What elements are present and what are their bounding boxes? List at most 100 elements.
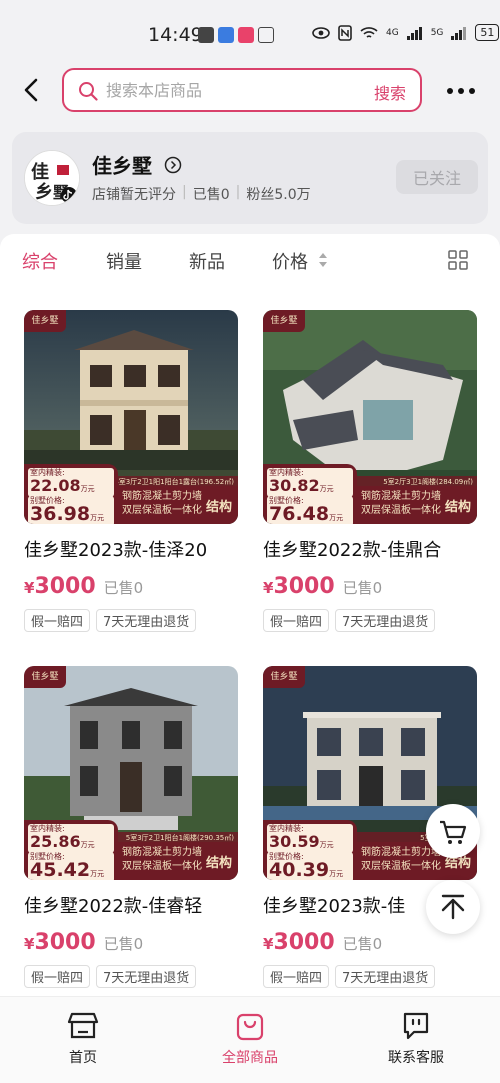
nav-all-products[interactable]: 全部商品 [200,1011,300,1067]
villa-price: 76.48万元 [267,503,353,524]
price-row: ¥3000 已售0 [263,574,477,599]
sort-arrows-icon[interactable] [318,252,328,268]
price-value: 3000 [34,574,96,599]
service-badge: 7天无理由退货 [335,965,436,988]
search-icon [79,82,98,101]
status-bar: 14:49 4G 5G 51 [0,0,500,70]
tab-comprehensive[interactable]: 综合 [22,248,58,274]
feature-text: 钢筋混凝土剪力墙 双层保温板一体化 [361,490,441,518]
product-card[interactable]: 佳乡墅 5室2厅3卫1阁楼(284.09㎡) 室内精装: 30.82万元 别墅价… [263,310,477,632]
product-image[interactable]: 佳乡墅 5室3厅2卫1阳台1阁楼(290.35㎡) 室内精装: 25.86万元 … [24,666,238,880]
shop-sold: 已售0 [192,187,230,203]
brand-tag: 佳乡墅 [263,310,305,332]
shop-stats: 店铺暂无评分 | 已售0 | 粉丝5.0万 [92,184,311,204]
grid-view-icon[interactable] [448,250,468,270]
price-value: 3000 [273,574,335,599]
service-badge: 7天无理由退货 [96,609,197,632]
unit-label: 万元 [80,841,95,849]
sold-count: 已售0 [103,935,144,953]
interior-price: 25.86万元 [28,834,114,853]
more-options-icon[interactable] [446,86,476,96]
product-price: ¥3000 [263,930,335,955]
follow-button[interactable]: 已关注 [396,160,478,194]
battery-indicator: 51 [475,24,500,41]
structure-label: 结构 [205,500,232,515]
interior-price-value: 22.08 [30,476,81,495]
shopping-bag-icon [236,1013,264,1041]
tab-sales[interactable]: 销量 [106,248,142,274]
network-label: 5G [430,27,444,38]
search-button[interactable]: 搜索 [374,80,406,104]
back-arrow-icon[interactable] [18,76,46,104]
feature-2: 双层保温板一体化 [361,861,441,872]
chat-icon [403,1012,429,1040]
villa-price-value: 76.48 [269,503,330,524]
back-to-top-button[interactable] [426,880,480,934]
unit-label: 万元 [319,841,334,849]
price-badge: 室内精装: 22.08万元 别墅价格: 36.98万元 [24,464,118,524]
service-badges: 假一赔四 7天无理由退货 [24,965,238,988]
svg-text:佳: 佳 [31,161,49,183]
cart-button[interactable] [426,804,480,858]
product-card[interactable]: 佳乡墅 4室3厅2卫1阳1阳台1露台(196.52㎡) 室内精装: 22.08万… [24,310,238,632]
currency-symbol: ¥ [263,935,274,953]
tab-new[interactable]: 新品 [189,248,225,274]
shop-fans: 粉丝5.0万 [246,187,311,203]
villa-price-box: 别墅价格: 40.39万元 [267,852,353,880]
interior-price-value: 30.82 [269,476,320,495]
villa-price: 40.39万元 [267,859,353,880]
interior-price-box: 室内精装: 30.82万元 [267,468,353,497]
service-badge: 假一赔四 [263,609,330,632]
service-badge: 假一赔四 [24,965,91,988]
shop-logo[interactable]: 佳 乡 墅 [24,150,80,206]
product-title[interactable]: 佳乡墅2023款-佳泽20 [24,536,238,562]
signal-icon [406,26,422,40]
product-card[interactable]: 佳乡墅 5室3厅2卫1阳台1阁楼(290.35㎡) 室内精装: 25.86万元 … [24,666,238,988]
currency-symbol: ¥ [24,579,35,597]
search-header: 搜索 [0,66,500,116]
search-input[interactable] [106,78,356,102]
interior-price-box: 室内精装: 30.59万元 [267,824,353,853]
villa-price: 36.98万元 [28,505,114,524]
villa-price-value: 40.39 [269,859,330,880]
bottom-navigation: 首页 全部商品 联系客服 [0,996,500,1083]
villa-price-box: 别墅价格: 76.48万元 [267,496,353,524]
search-box[interactable]: 搜索 [62,68,422,112]
villa-price: 45.42万元 [28,859,114,880]
service-badge: 假一赔四 [263,965,330,988]
interior-price: 30.82万元 [267,478,353,497]
villa-price-value: 45.42 [30,859,91,880]
price-badge: 室内精装: 30.82万元 别墅价格: 76.48万元 [263,464,357,524]
price-value: 3000 [273,930,335,955]
feature-1: 钢筋混凝土剪力墙 [361,491,441,502]
product-price: ¥3000 [24,574,96,599]
unit-label: 万元 [329,870,344,878]
network-label: 4G [386,27,399,38]
feature-2: 双层保温板一体化 [361,505,441,516]
interior-price-box: 室内精装: 25.86万元 [28,824,114,853]
currency-symbol: ¥ [24,935,35,953]
service-badge: 7天无理由退货 [96,965,197,988]
eye-icon [312,26,330,39]
price-badge: 室内精装: 30.59万元 别墅价格: 40.39万元 [263,820,357,880]
cart-icon [440,820,467,844]
product-image[interactable]: 佳乡墅 4室3厅2卫1阳1阳台1露台(196.52㎡) 室内精装: 22.08万… [24,310,238,524]
status-app-icons [198,27,274,43]
product-list-panel: 综合 销量 新品 价格 佳乡墅 4室3厅2卫1阳1阳台1露台(196.52㎡) … [0,234,500,996]
nav-home[interactable]: 首页 [33,1011,133,1067]
product-title[interactable]: 佳乡墅2022款-佳鼎合 [263,536,477,562]
structure-label: 结构 [205,856,232,871]
nfc-icon [338,24,352,41]
feature-badge: 钢筋混凝土剪力墙 双层保温板一体化 结构 [118,486,238,524]
brand-tag: 佳乡墅 [24,666,66,688]
unit-label: 万元 [90,870,105,878]
nav-customer-service[interactable]: 联系客服 [366,1011,466,1067]
chevron-right-circle-icon[interactable] [164,156,182,174]
shop-name[interactable]: 佳乡墅 [92,150,152,179]
interior-price: 30.59万元 [267,834,353,853]
app-icon [218,27,234,43]
villa-price-box: 别墅价格: 45.42万元 [28,852,114,880]
tab-price[interactable]: 价格 [272,248,308,274]
product-image[interactable]: 佳乡墅 5室2厅3卫1阁楼(284.09㎡) 室内精装: 30.82万元 别墅价… [263,310,477,524]
product-title[interactable]: 佳乡墅2022款-佳睿轻 [24,892,238,918]
